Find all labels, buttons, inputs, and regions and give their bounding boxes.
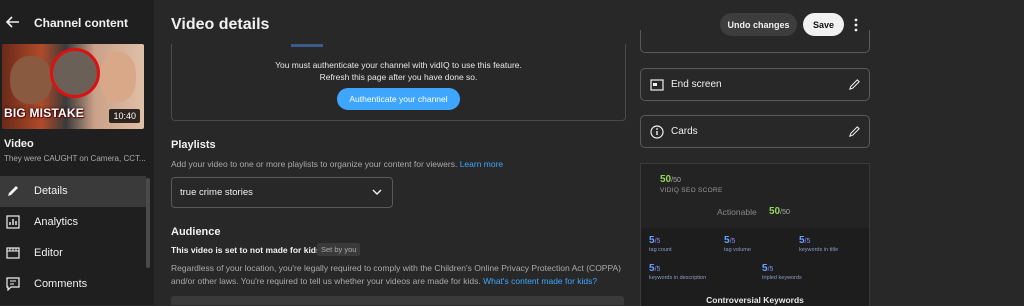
metric-denominator: /5 <box>654 238 661 245</box>
video-thumbnail[interactable]: BIG MISTAKE 10:40 <box>2 44 144 129</box>
edit-pencil-icon[interactable] <box>848 78 861 91</box>
auth-message: You must authenticate your channel with … <box>275 60 522 70</box>
page-title: Video details <box>171 16 270 33</box>
thumbnail-caption: BIG MISTAKE <box>4 106 84 120</box>
sidebar-item-comments[interactable]: Comments <box>0 269 146 300</box>
seo-score-denominator: /50 <box>671 177 681 184</box>
sidebar-scrollbar[interactable] <box>146 178 150 268</box>
thumbnail-person-right <box>100 52 136 102</box>
metric-label: keywords in description <box>649 275 707 281</box>
sidebar-item-label: Details <box>34 185 68 197</box>
set-by-you-badge: Set by you <box>317 243 361 256</box>
analytics-icon <box>6 215 20 229</box>
metric-label: tripled keywords <box>762 275 802 281</box>
cards-box[interactable]: Cards <box>640 115 870 148</box>
playlist-selected-value: true crime stories <box>180 187 253 198</box>
metric-tripled-keywords: 5/5 tripled keywords <box>762 260 802 281</box>
pencil-icon <box>8 186 18 196</box>
metric-keywords-in-title: 5/5 keywords in title <box>799 232 838 253</box>
playlist-select[interactable]: true crime stories <box>171 177 393 208</box>
actionable-score: 50/50 <box>769 206 790 217</box>
metric-tag-count: 5/5 tag count <box>649 232 672 253</box>
end-screen-label: End screen <box>671 79 722 90</box>
thumbnail-inset-circle <box>50 48 100 98</box>
end-screen-icon <box>650 79 664 91</box>
video-subtitle[interactable]: They were CAUGHT on Camera, CCT... <box>4 154 149 163</box>
audience-title: Audience <box>171 226 221 238</box>
authenticate-channel-button[interactable]: Authenticate your channel <box>337 88 460 110</box>
metric-denominator: /5 <box>767 266 774 273</box>
back-arrow-icon[interactable] <box>4 13 22 31</box>
sidebar-item-label: Editor <box>34 247 63 259</box>
seo-score-label: VIDIQ SEO SCORE <box>660 187 723 194</box>
edit-pencil-icon[interactable] <box>848 125 861 138</box>
duration-badge: 10:40 <box>109 109 140 123</box>
thumbnail-person-left <box>10 56 52 104</box>
metric-label: keywords in title <box>799 247 839 253</box>
metric-denominator: /5 <box>729 238 736 245</box>
sidebar-header: Channel content <box>0 0 154 44</box>
auth-message-refresh: Refresh this page after you have done so… <box>319 72 478 82</box>
actionable-score-denominator: /50 <box>780 209 790 216</box>
seo-score: 50/50 <box>660 174 681 185</box>
learn-more-link[interactable]: Learn more <box>460 159 503 169</box>
playlists-description-text: Add your video to one or more playlists … <box>171 159 458 169</box>
sidebar-item-label: Comments <box>34 278 88 290</box>
end-screen-box[interactable]: End screen <box>640 68 870 101</box>
right-panel-box-above[interactable] <box>640 30 870 53</box>
sidebar-title: Channel content <box>34 16 129 30</box>
editor-icon <box>6 247 20 259</box>
audience-status: This video is set to not made for kids <box>171 245 321 255</box>
sidebar-item-label: Analytics <box>34 216 79 228</box>
sidebar-nav: Details Analytics Editor Comments <box>0 176 146 300</box>
vidiq-auth-panel: You must authenticate your channel with … <box>171 44 626 121</box>
controversial-keywords-title: Controversial Keywords <box>706 295 804 305</box>
sidebar-item-details[interactable]: Details <box>0 176 146 207</box>
audience-option-box[interactable] <box>171 296 624 305</box>
actionable-label: Actionable <box>717 207 757 217</box>
sidebar: Channel content BIG MISTAKE 10:40 Video … <box>0 0 154 305</box>
playlists-description: Add your video to one or more playlists … <box>171 159 503 169</box>
sidebar-item-editor[interactable]: Editor <box>0 238 146 269</box>
auth-panel-accent <box>291 44 323 47</box>
metric-label: tag volume <box>724 247 751 253</box>
audience-description-line1: Regardless of your location, you're lega… <box>171 263 622 273</box>
metric-tag-volume: 5/5 tag volume <box>724 232 751 253</box>
playlists-title: Playlists <box>171 139 216 151</box>
actionable-score-value: 50 <box>769 206 781 217</box>
metric-keywords-in-description: 5/5 keywords in description <box>649 260 706 281</box>
seo-score-header: 50/50 VIDIQ SEO SCORE Actionable 50/50 <box>641 164 869 228</box>
comments-icon <box>6 277 20 291</box>
chevron-down-icon <box>372 189 382 195</box>
vidiq-seo-panel: 50/50 VIDIQ SEO SCORE Actionable 50/50 5… <box>640 163 870 306</box>
made-for-kids-link[interactable]: What's content made for kids? <box>483 276 597 286</box>
metric-denominator: /5 <box>654 266 661 273</box>
info-icon <box>650 125 664 139</box>
video-label: Video <box>4 138 34 150</box>
seo-score-value: 50 <box>660 174 672 185</box>
metric-label: tag count <box>649 247 672 253</box>
metric-denominator: /5 <box>804 238 811 245</box>
audience-description-line2: and/or other laws. You're required to te… <box>171 276 597 286</box>
cards-label: Cards <box>671 126 698 137</box>
audience-description-text: and/or other laws. You're required to te… <box>171 276 481 286</box>
sidebar-item-analytics[interactable]: Analytics <box>0 207 146 238</box>
